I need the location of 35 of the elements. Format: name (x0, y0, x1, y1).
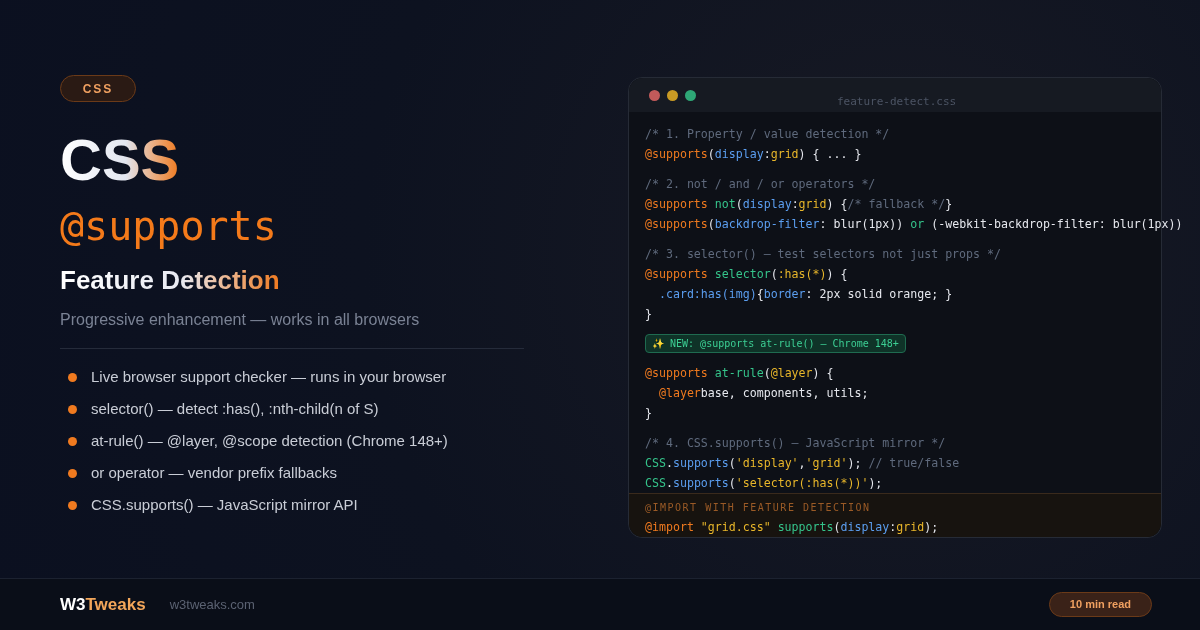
code-line: /* 2. not / and / or operators */ (645, 176, 876, 193)
code-line: /* 1. Property / value detection */ (645, 126, 890, 143)
code-line: } (645, 405, 652, 422)
code-line: CSS.supports('selector(:has(*))'); (645, 475, 883, 492)
code-line: @supports(display:grid) { ... } (645, 146, 862, 163)
bullet-icon (68, 468, 77, 478)
feature-item: or operator — vendor prefix fallbacks (91, 463, 337, 483)
code-line: @layerbase, components, utils; (657, 385, 869, 402)
brand-logo: W3Tweaks (60, 593, 146, 616)
bullet-icon (68, 372, 77, 382)
code-line: @supports selector(:has(*)) { (645, 266, 848, 283)
code-line: @supports(backdrop-filter: blur(1px)) or (-webkit-backdrop-filter: blur(1px)) (645, 216, 1183, 233)
feature-item: selector() — detect :has(), :nth-child(n of S) (91, 399, 379, 419)
new-feature-badge: ✨ NEW: @supports at-rule() — Chrome 148+ (645, 334, 906, 353)
code-line: /* 3. selector() — test selectors not just props */ (645, 246, 1001, 263)
feature-item: at-rule() — @layer, @scope detection (Chrome 148+) (91, 431, 448, 451)
code-line: @import "grid.css" supports(display:grid); (645, 519, 939, 536)
code-line: CSS.supports('display','grid'); // true/false (645, 455, 960, 472)
read-time-badge: 10 min read (1048, 592, 1152, 617)
code-line: .card:has(img){border: 2px solid orange; } (657, 286, 953, 303)
code-line: @supports not(display:grid) {/* fallback */} (645, 196, 953, 213)
feature-item: CSS.supports() — JavaScript mirror API (91, 495, 358, 515)
keyword-title: @supports (60, 202, 277, 250)
code-line: /* 4. CSS.supports() — JavaScript mirror */ (645, 435, 946, 452)
code-line: } (645, 306, 652, 323)
feature-item: Live browser support checker — runs in your browser (91, 367, 447, 387)
bullet-icon (68, 500, 77, 510)
panel-label: @IMPORT WITH FEATURE DETECTION (645, 501, 872, 515)
bullet-icon (68, 404, 77, 414)
tagline: Progressive enhancement — works in all browsers (60, 310, 421, 330)
bullet-icon (68, 436, 77, 446)
site-url: w3tweaks.com (169, 595, 255, 614)
file-name: feature-detect.css (837, 94, 957, 110)
code-line: @supports at-rule(@layer) { (645, 365, 834, 382)
category-tag: CSS (60, 75, 136, 102)
